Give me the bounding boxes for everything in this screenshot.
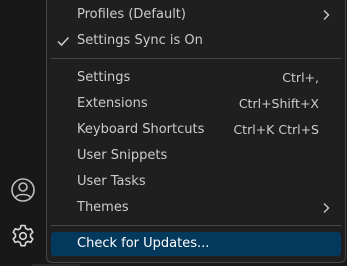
menu-item-label: Check for Updates... [77,236,210,251]
menu-item-keyboard-shortcuts[interactable]: Keyboard Shortcuts Ctrl+K Ctrl+S [51,118,341,142]
activity-bar [0,0,47,266]
menu-item-settings-sync[interactable]: Settings Sync is On [51,29,341,53]
menu-item-shortcut: Ctrl+, [282,70,319,85]
menu-item-check-for-updates[interactable]: Check for Updates... [51,232,341,256]
chevron-right-icon [323,10,330,20]
menu-item-label: User Snippets [77,148,168,163]
menu-item-label: Profiles (Default) [77,7,186,22]
menu-item-label: Extensions [77,96,148,111]
account-icon[interactable] [9,176,37,204]
menu-item-label: Settings [77,70,131,85]
menu-item-shortcut: Ctrl+K Ctrl+S [233,122,319,137]
menu-item-profiles[interactable]: Profiles (Default) [51,3,341,27]
menu-separator [51,225,341,226]
menu-item-shortcut: Ctrl+Shift+X [238,96,319,111]
menu-item-label: Keyboard Shortcuts [77,122,205,137]
check-icon [57,36,70,47]
manage-context-menu: Profiles (Default) Settings Sync is On S… [46,0,346,263]
gear-icon[interactable] [9,222,37,250]
menu-item-themes[interactable]: Themes [51,196,341,220]
chevron-right-icon [323,203,330,213]
menu-separator [51,58,341,59]
menu-item-settings[interactable]: Settings Ctrl+, [51,66,341,90]
menu-item-user-snippets[interactable]: User Snippets [51,144,341,168]
menu-item-user-tasks[interactable]: User Tasks [51,170,341,194]
menu-item-label: User Tasks [77,174,146,189]
menu-item-extensions[interactable]: Extensions Ctrl+Shift+X [51,92,341,116]
menu-item-label: Settings Sync is On [77,33,203,48]
menu-item-label: Themes [77,200,129,215]
